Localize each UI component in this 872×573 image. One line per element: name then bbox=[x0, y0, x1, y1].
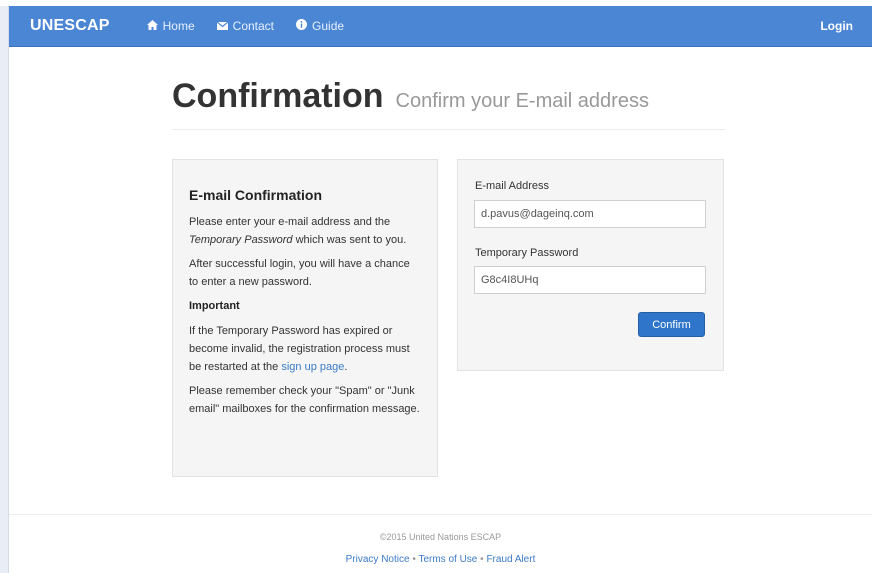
page-title: Confirmation bbox=[172, 77, 384, 115]
important-heading: Important bbox=[189, 300, 240, 312]
window-left-edge bbox=[0, 0, 9, 573]
nav-item-contact[interactable]: Contact bbox=[216, 19, 275, 33]
confirmation-form: E-mail Address Temporary Password Confir… bbox=[457, 159, 724, 371]
info-panel-title: E-mail Confirmation bbox=[189, 187, 323, 203]
temporary-password-field[interactable] bbox=[474, 266, 706, 294]
privacy-notice-link[interactable]: Privacy Notice bbox=[346, 554, 410, 565]
brand-logo[interactable]: UNESCAP bbox=[30, 17, 110, 35]
footer-separator: • bbox=[412, 554, 416, 565]
top-navbar: UNESCAP Home Contact Guide Login bbox=[9, 6, 872, 47]
nav-item-label: Home bbox=[162, 19, 195, 33]
info-circle-icon bbox=[296, 19, 312, 33]
footer-links: Privacy Notice • Terms of Use • Fraud Al… bbox=[9, 554, 872, 565]
home-icon bbox=[146, 19, 163, 33]
envelope-icon bbox=[216, 19, 233, 33]
temporary-password-emphasis: Temporary Password bbox=[189, 234, 293, 246]
instructions-text: Please enter your e-mail address and the bbox=[189, 216, 391, 228]
spam-reminder-paragraph: Please remember check your "Spam" or "Ju… bbox=[189, 385, 420, 415]
fraud-alert-link[interactable]: Fraud Alert bbox=[486, 554, 535, 565]
page-header: Confirmation Confirm your E-mail address bbox=[172, 77, 649, 116]
footer-divider bbox=[9, 514, 872, 515]
nav-item-home[interactable]: Home bbox=[146, 19, 195, 33]
expired-password-paragraph: If the Temporary Password has expired or… bbox=[189, 322, 421, 376]
footer-copyright: ©2015 United Nations ESCAP bbox=[379, 532, 502, 542]
header-divider bbox=[172, 129, 725, 130]
temporary-password-label: Temporary Password bbox=[475, 247, 579, 259]
nav-item-label: Guide bbox=[312, 19, 345, 33]
page-subtitle: Confirm your E-mail address bbox=[395, 90, 649, 112]
email-label: E-mail Address bbox=[475, 180, 549, 192]
instructions-text-end: which was sent to you. bbox=[292, 234, 407, 246]
nav-item-label: Contact bbox=[232, 19, 275, 33]
confirm-button[interactable]: Confirm bbox=[638, 312, 705, 337]
footer-separator: • bbox=[480, 554, 484, 565]
email-confirmation-info-panel: E-mail Confirmation Please enter your e-… bbox=[172, 159, 438, 477]
new-password-paragraph: After successful login, you will have a … bbox=[189, 258, 410, 288]
nav-item-guide[interactable]: Guide bbox=[296, 19, 344, 33]
expired-text-end: . bbox=[344, 361, 348, 373]
sign-up-page-link[interactable]: sign up page bbox=[281, 361, 344, 373]
terms-of-use-link[interactable]: Terms of Use bbox=[418, 554, 477, 565]
instructions-paragraph: Please enter your e-mail address and the… bbox=[189, 213, 421, 249]
email-field[interactable] bbox=[474, 200, 706, 228]
login-link[interactable]: Login bbox=[820, 19, 853, 33]
